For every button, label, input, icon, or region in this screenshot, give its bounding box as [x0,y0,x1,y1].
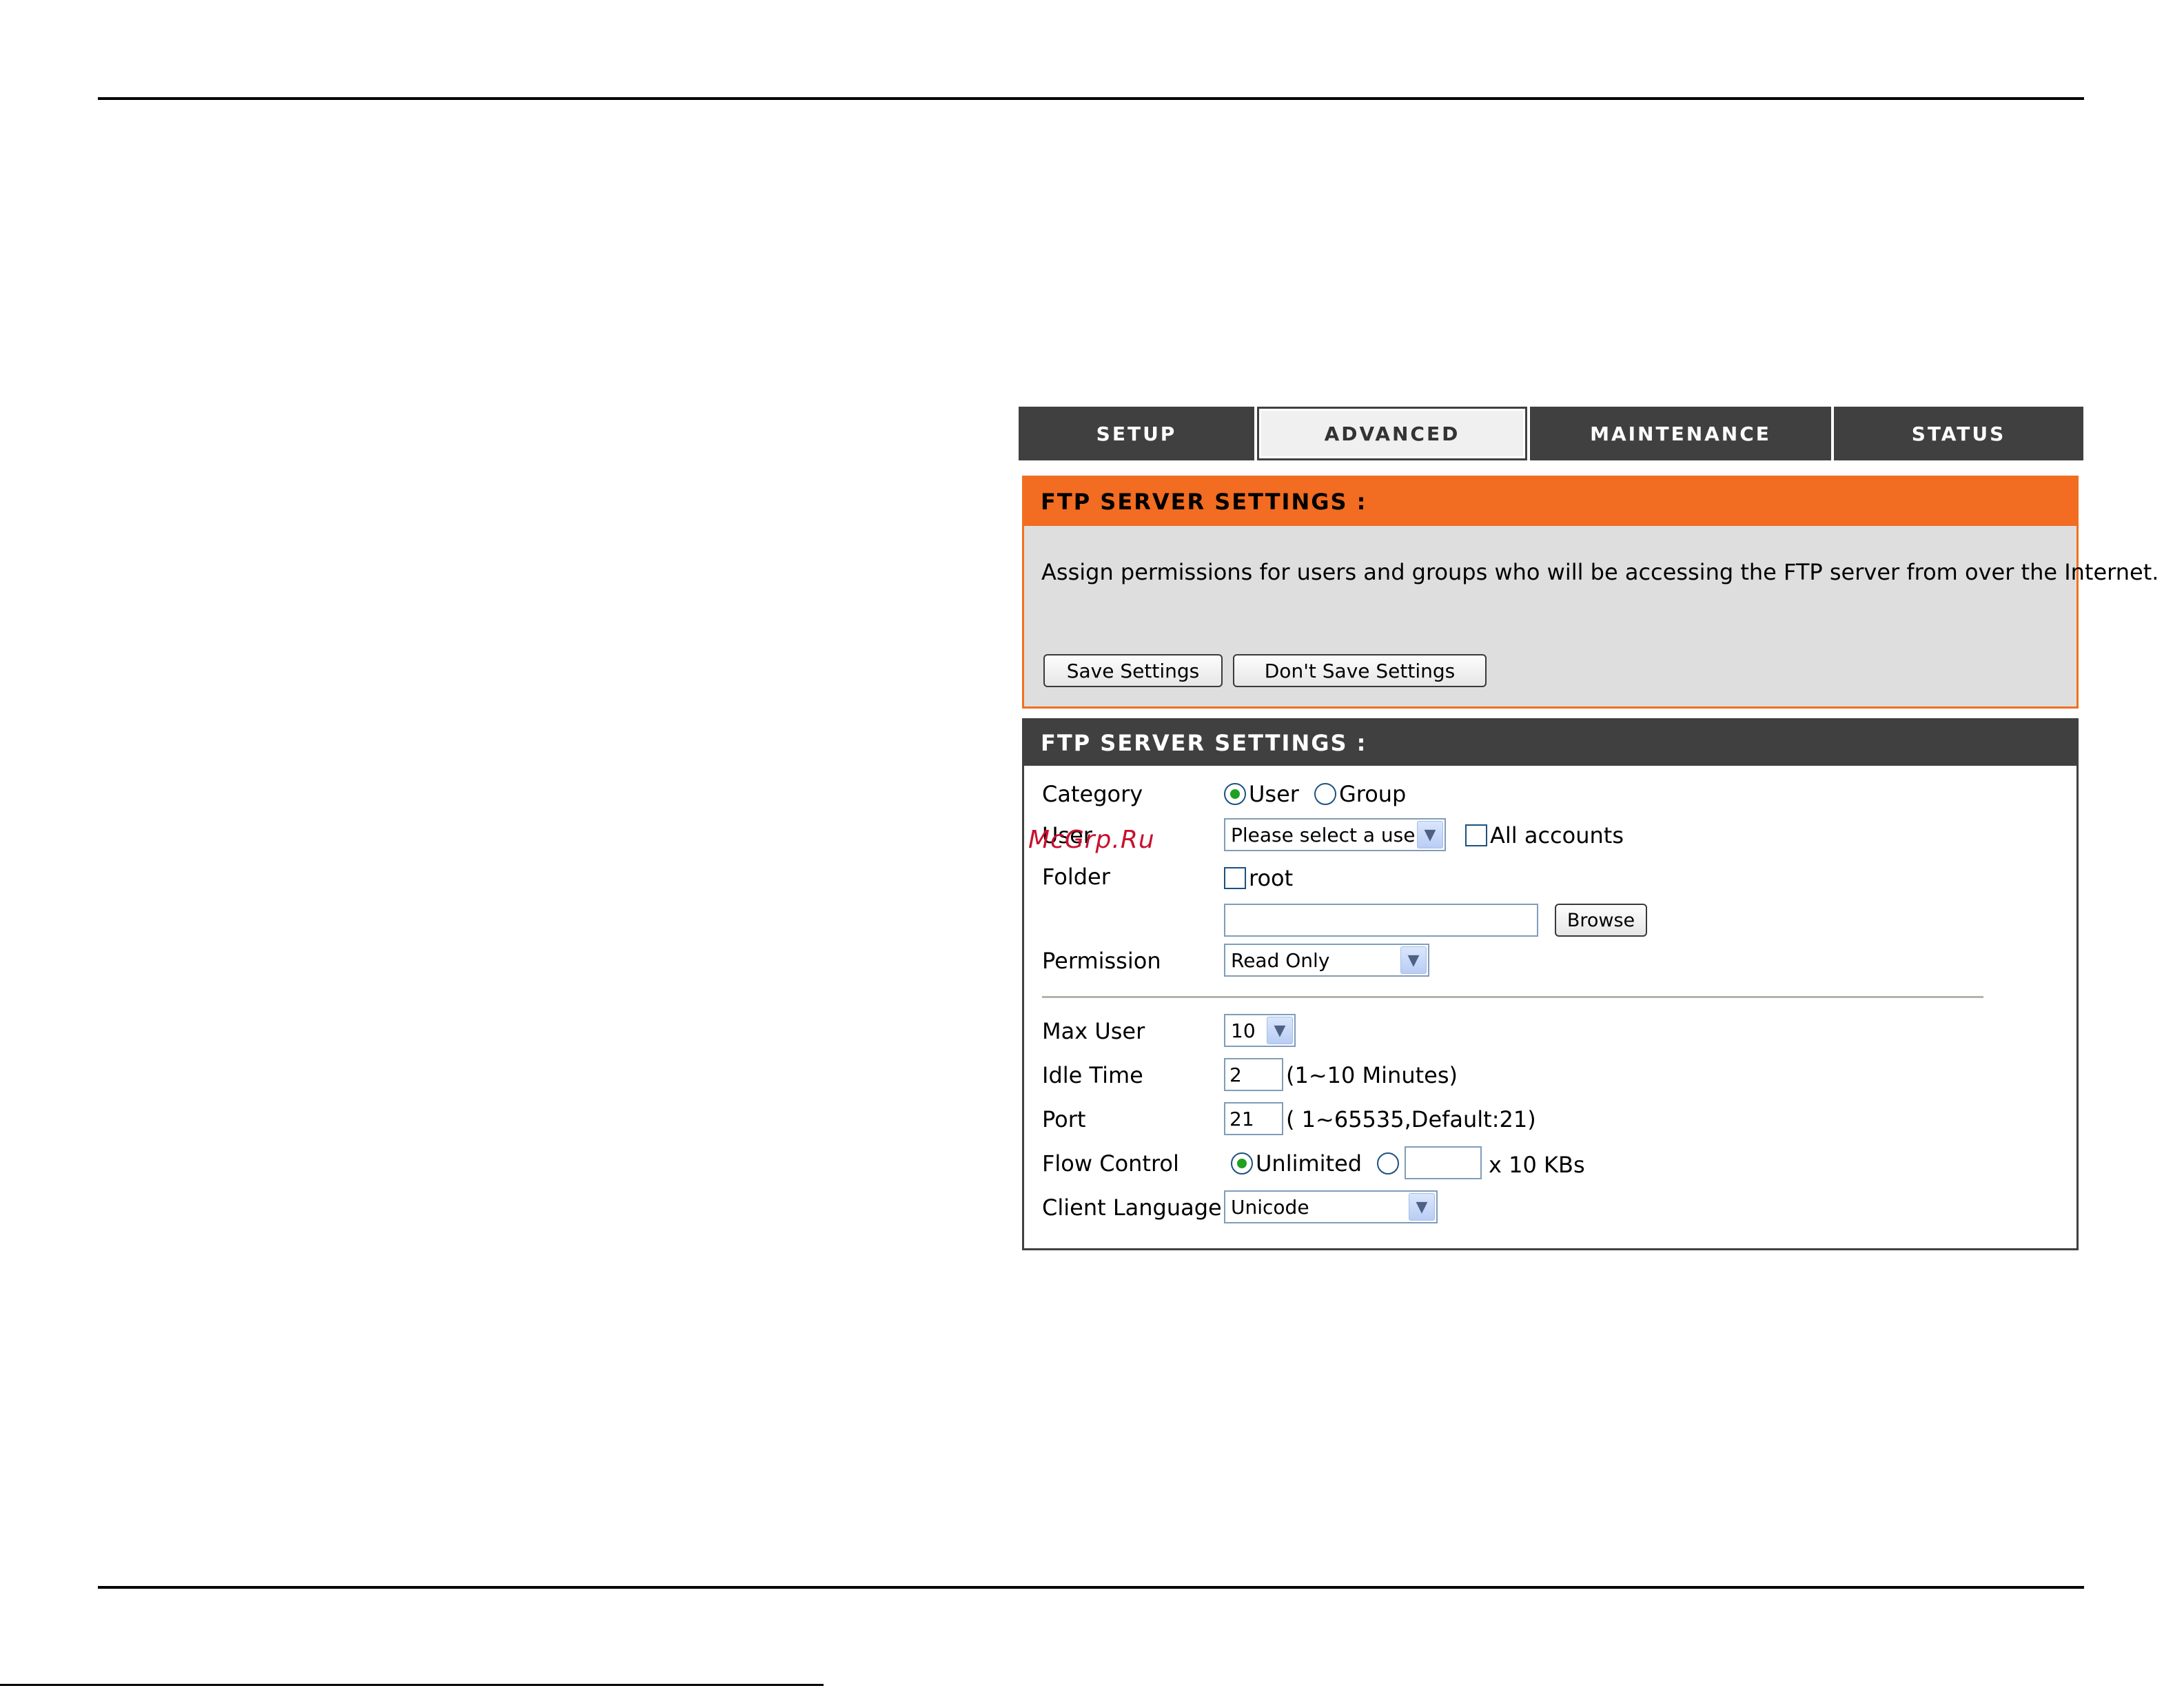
footer-line [0,1684,824,1686]
category-options: User Group [1224,781,1406,807]
client-language-select-value: Unicode [1231,1195,1309,1219]
port-input[interactable]: 21 [1224,1102,1283,1135]
flow-rate-input[interactable] [1405,1146,1482,1179]
tab-maintenance[interactable]: MAINTENANCE [1530,407,1831,460]
chevron-down-icon[interactable]: ▼ [1400,946,1427,974]
tab-advanced[interactable]: ADVANCED [1257,407,1527,460]
permission-label: Permission [1042,948,1161,974]
all-accounts-option: All accounts [1465,822,1624,848]
category-user-radio[interactable] [1224,783,1246,805]
category-group-label: Group [1338,781,1407,807]
ftp-settings-form-panel: FTP SERVER SETTINGS : Category User Grou… [1022,718,2079,1250]
permission-select-value: Read Only [1231,948,1330,972]
max-user-select[interactable]: 10 ▼ [1224,1014,1296,1047]
max-user-select-value: 10 [1231,1019,1256,1042]
idle-time-label: Idle Time [1042,1062,1143,1088]
all-accounts-label: All accounts [1490,822,1624,848]
tab-setup[interactable]: SETUP [1019,407,1254,460]
save-settings-button[interactable]: Save Settings [1043,654,1223,687]
ftp-settings-intro-panel: FTP SERVER SETTINGS : Assign permissions… [1022,476,2159,709]
category-user-label: User [1249,781,1299,807]
folder-label: Folder [1042,864,1110,890]
tab-status[interactable]: STATUS [1834,407,2083,460]
flow-control-label: Flow Control [1042,1150,1179,1177]
nav-tabs: SETUP ADVANCED MAINTENANCE STATUS [1019,407,2083,460]
section-divider [1042,996,1983,998]
idle-time-hint: (1~10 Minutes) [1286,1062,1458,1088]
client-language-select[interactable]: Unicode ▼ [1224,1190,1438,1223]
flow-limit-radio[interactable] [1377,1152,1400,1175]
flow-control-options: Unlimited [1231,1150,1402,1177]
category-label: Category [1042,781,1143,807]
intro-panel-header: FTP SERVER SETTINGS : [1024,478,2076,526]
permission-select[interactable]: Read Only ▼ [1224,944,1429,977]
top-rule [98,97,2084,100]
chevron-down-icon[interactable]: ▼ [1409,1193,1435,1221]
flow-unlimited-label: Unlimited [1256,1150,1363,1177]
intro-description: Assign permissions for users and groups … [1041,559,2159,585]
intro-panel-title: FTP SERVER SETTINGS : [1041,489,1367,515]
all-accounts-checkbox[interactable] [1465,824,1487,846]
category-group-radio[interactable] [1314,783,1336,805]
port-hint: ( 1~65535,Default:21) [1286,1106,1536,1132]
port-label: Port [1042,1106,1086,1132]
flow-unlimited-radio[interactable] [1231,1152,1253,1175]
user-select[interactable]: Please select a user ▼ [1224,818,1446,851]
dont-save-settings-button[interactable]: Don't Save Settings [1233,654,1487,687]
form-panel-title: FTP SERVER SETTINGS : [1041,730,1367,756]
root-option: root [1224,865,1293,891]
idle-time-input[interactable]: 2 [1224,1058,1283,1091]
root-label: root [1249,865,1294,891]
form-panel-header: FTP SERVER SETTINGS : [1024,720,2076,766]
max-user-label: Max User [1042,1018,1145,1044]
browse-button[interactable]: Browse [1555,904,1647,937]
flow-rate-unit: x 10 KBs [1489,1152,1585,1178]
user-select-value: Please select a user [1231,823,1423,846]
chevron-down-icon[interactable]: ▼ [1417,821,1443,848]
folder-path-input[interactable] [1224,904,1538,937]
chevron-down-icon[interactable]: ▼ [1267,1017,1293,1044]
watermark-text: McGrp.Ru [1028,826,1155,854]
root-checkbox[interactable] [1224,867,1246,889]
bottom-rule [98,1586,2084,1589]
client-language-label: Client Language [1042,1194,1222,1221]
